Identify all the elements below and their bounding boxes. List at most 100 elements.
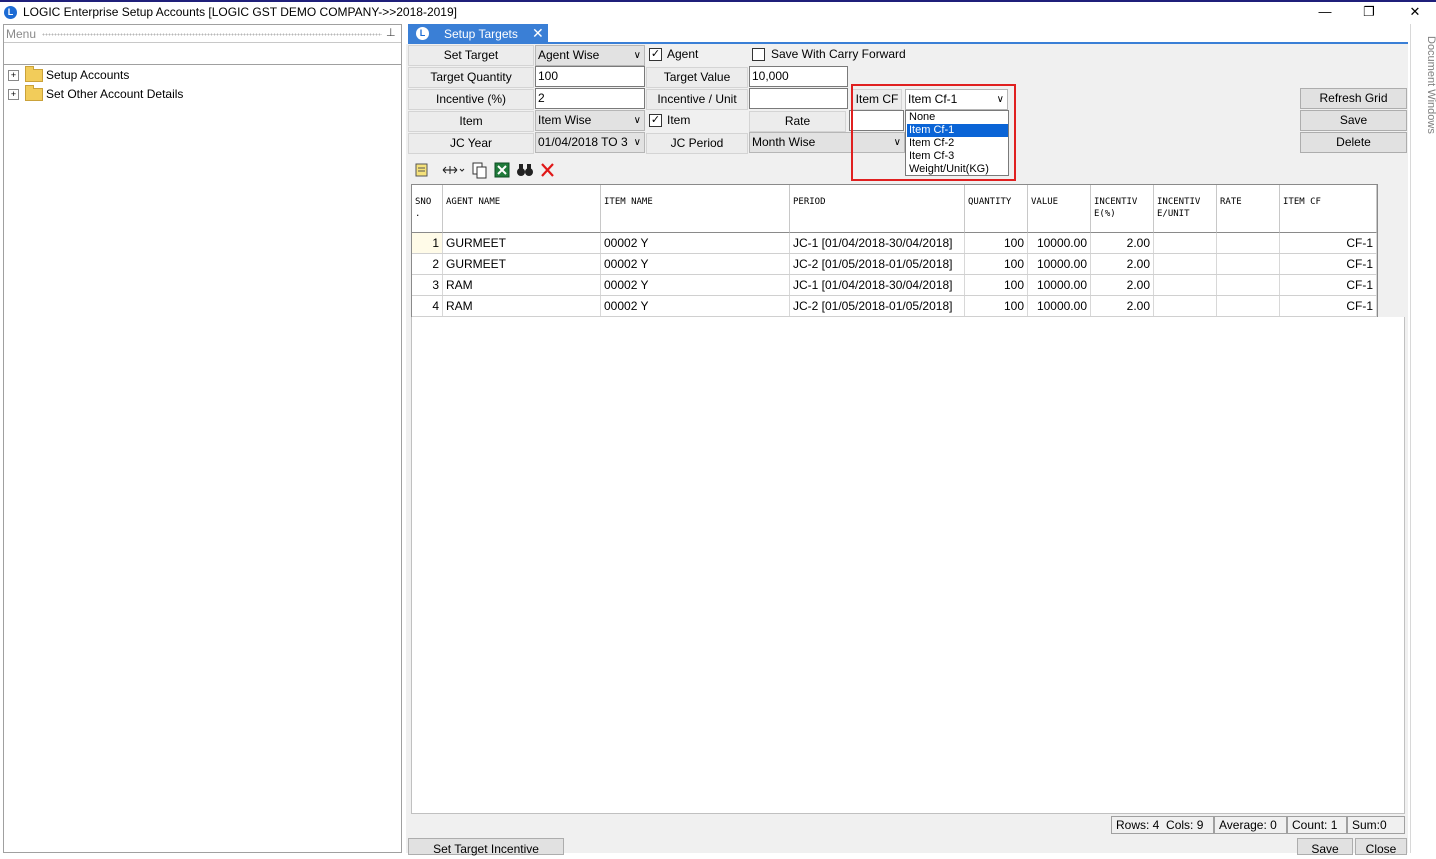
cell-rate[interactable] — [1217, 296, 1280, 316]
table-row[interactable]: 1 GURMEET 00002 Y JC-1 [01/04/2018-30/04… — [412, 233, 1377, 254]
set-target-incentive-button[interactable]: Set Target Incentive — [408, 838, 564, 856]
menu-grip — [42, 33, 382, 36]
cell-item-name[interactable]: 00002 Y — [601, 296, 790, 316]
grid-empty-area[interactable] — [411, 317, 1405, 814]
folder-icon — [25, 66, 43, 83]
column-header-sno[interactable]: SNO . — [412, 185, 443, 233]
cell-sno[interactable]: 3 — [412, 275, 443, 295]
item-select-value: Item Wise — [538, 113, 592, 127]
cell-period[interactable]: JC-1 [01/04/2018-30/04/2018] — [790, 233, 965, 253]
maximize-button[interactable]: ❐ — [1354, 3, 1384, 21]
copy-icon[interactable] — [472, 162, 487, 179]
column-header-quantity[interactable]: QUANTITY — [965, 185, 1028, 233]
column-header-rate[interactable]: RATE — [1217, 185, 1280, 233]
cell-item-cf[interactable]: CF-1 — [1280, 254, 1377, 274]
column-header-agent-name[interactable]: AGENT NAME — [443, 185, 601, 233]
cell-item-cf[interactable]: CF-1 — [1280, 233, 1377, 253]
tab-setup-targets[interactable]: L Setup Targets ✕ — [408, 24, 548, 44]
incentive-unit-input[interactable] — [749, 88, 848, 109]
table-row[interactable]: 2 GURMEET 00002 Y JC-2 [01/05/2018-01/05… — [412, 254, 1377, 275]
cell-incentive-percent[interactable]: 2.00 — [1091, 254, 1154, 274]
pin-icon[interactable]: ⊥ — [386, 26, 396, 39]
cell-sno[interactable]: 2 — [412, 254, 443, 274]
cell-incentive-unit[interactable] — [1154, 254, 1217, 274]
cell-agent-name[interactable]: RAM — [443, 275, 601, 295]
delete-icon[interactable] — [541, 163, 554, 177]
column-header-incentive-percent[interactable]: INCENTIV E(%) — [1091, 185, 1154, 233]
cell-period[interactable]: JC-2 [01/05/2018-01/05/2018] — [790, 296, 965, 316]
highlight-box — [851, 84, 1016, 181]
cell-item-cf[interactable]: CF-1 — [1280, 296, 1377, 316]
cell-value[interactable]: 10000.00 — [1028, 296, 1091, 316]
cell-quantity[interactable]: 100 — [965, 233, 1028, 253]
column-header-incentive-unit[interactable]: INCENTIV E/UNIT — [1154, 185, 1217, 233]
cell-rate[interactable] — [1217, 254, 1280, 274]
cell-value[interactable]: 10000.00 — [1028, 275, 1091, 295]
item-checkbox[interactable]: ✓ — [649, 114, 662, 127]
delete-button[interactable]: Delete — [1300, 132, 1407, 153]
column-header-period[interactable]: PERIOD — [790, 185, 965, 233]
target-value-input[interactable]: 10,000 — [749, 66, 848, 87]
status-average: Average: 0 — [1214, 816, 1287, 834]
column-header-item-name[interactable]: ITEM NAME — [601, 185, 790, 233]
cell-period[interactable]: JC-2 [01/05/2018-01/05/2018] — [790, 254, 965, 274]
cell-agent-name[interactable]: GURMEET — [443, 254, 601, 274]
cell-quantity[interactable]: 100 — [965, 254, 1028, 274]
target-value-label: Target Value — [646, 67, 748, 88]
cell-incentive-unit[interactable] — [1154, 275, 1217, 295]
incentive-percent-input[interactable]: 2 — [535, 88, 645, 109]
column-header-value[interactable]: VALUE — [1028, 185, 1091, 233]
save-carry-forward-checkbox[interactable] — [752, 48, 765, 61]
expand-icon[interactable]: + — [8, 89, 19, 101]
column-resize-icon[interactable] — [442, 166, 465, 174]
cell-period[interactable]: JC-1 [01/04/2018-30/04/2018] — [790, 275, 965, 295]
cell-sno[interactable]: 1 — [412, 233, 443, 253]
cell-rate[interactable] — [1217, 233, 1280, 253]
target-quantity-input[interactable]: 100 — [535, 66, 645, 87]
cell-item-name[interactable]: 00002 Y — [601, 275, 790, 295]
jc-year-select[interactable]: 01/04/2018 TO 3 ∨ — [535, 132, 645, 153]
cell-incentive-unit[interactable] — [1154, 233, 1217, 253]
cell-incentive-percent[interactable]: 2.00 — [1091, 296, 1154, 316]
close-window-button[interactable]: ✕ — [1400, 3, 1430, 21]
table-row[interactable]: 3 RAM 00002 Y JC-1 [01/04/2018-30/04/201… — [412, 275, 1377, 296]
cell-value[interactable]: 10000.00 — [1028, 254, 1091, 274]
bottom-save-button[interactable]: Save — [1297, 838, 1353, 856]
document-windows-panel[interactable]: Document Windows — [1410, 24, 1436, 853]
table-row[interactable]: 4 RAM 00002 Y JC-2 [01/05/2018-01/05/201… — [412, 296, 1377, 317]
item-checkbox-label: Item — [667, 113, 691, 127]
chevron-down-icon: ∨ — [633, 115, 641, 126]
notes-icon[interactable] — [415, 163, 428, 177]
cell-quantity[interactable]: 100 — [965, 296, 1028, 316]
item-select[interactable]: Item Wise ∨ — [535, 110, 645, 131]
close-button[interactable]: Close — [1355, 838, 1407, 856]
cell-agent-name[interactable]: RAM — [443, 296, 601, 316]
find-icon[interactable] — [517, 164, 533, 176]
set-target-select[interactable]: Agent Wise ∨ — [535, 45, 645, 66]
cell-item-cf[interactable]: CF-1 — [1280, 275, 1377, 295]
cell-sno[interactable]: 4 — [412, 296, 443, 316]
tree-item-set-other-account-details[interactable]: + Set Other Account Details — [8, 85, 183, 105]
cell-item-name[interactable]: 00002 Y — [601, 254, 790, 274]
refresh-grid-button[interactable]: Refresh Grid — [1300, 88, 1407, 109]
cell-agent-name[interactable]: GURMEET — [443, 233, 601, 253]
cell-incentive-percent[interactable]: 2.00 — [1091, 275, 1154, 295]
tree-item-setup-accounts[interactable]: + Setup Accounts — [8, 66, 129, 86]
agent-checkbox[interactable]: ✓ — [649, 48, 662, 61]
minimize-button[interactable]: — — [1310, 3, 1340, 21]
save-button[interactable]: Save — [1300, 110, 1407, 131]
cell-quantity[interactable]: 100 — [965, 275, 1028, 295]
status-sum: Sum:0 — [1347, 816, 1405, 834]
column-header-item-cf[interactable]: ITEM CF — [1280, 185, 1377, 233]
cell-incentive-unit[interactable] — [1154, 296, 1217, 316]
chevron-down-icon: ∨ — [633, 50, 641, 61]
cell-incentive-percent[interactable]: 2.00 — [1091, 233, 1154, 253]
tab-close-icon[interactable]: ✕ — [532, 25, 544, 42]
status-rows-cols: Rows: 4 Cols: 9 — [1111, 816, 1214, 834]
excel-icon[interactable] — [494, 162, 510, 178]
status-count: Count: 1 — [1287, 816, 1347, 834]
expand-icon[interactable]: + — [8, 70, 19, 82]
cell-value[interactable]: 10000.00 — [1028, 233, 1091, 253]
cell-rate[interactable] — [1217, 275, 1280, 295]
cell-item-name[interactable]: 00002 Y — [601, 233, 790, 253]
